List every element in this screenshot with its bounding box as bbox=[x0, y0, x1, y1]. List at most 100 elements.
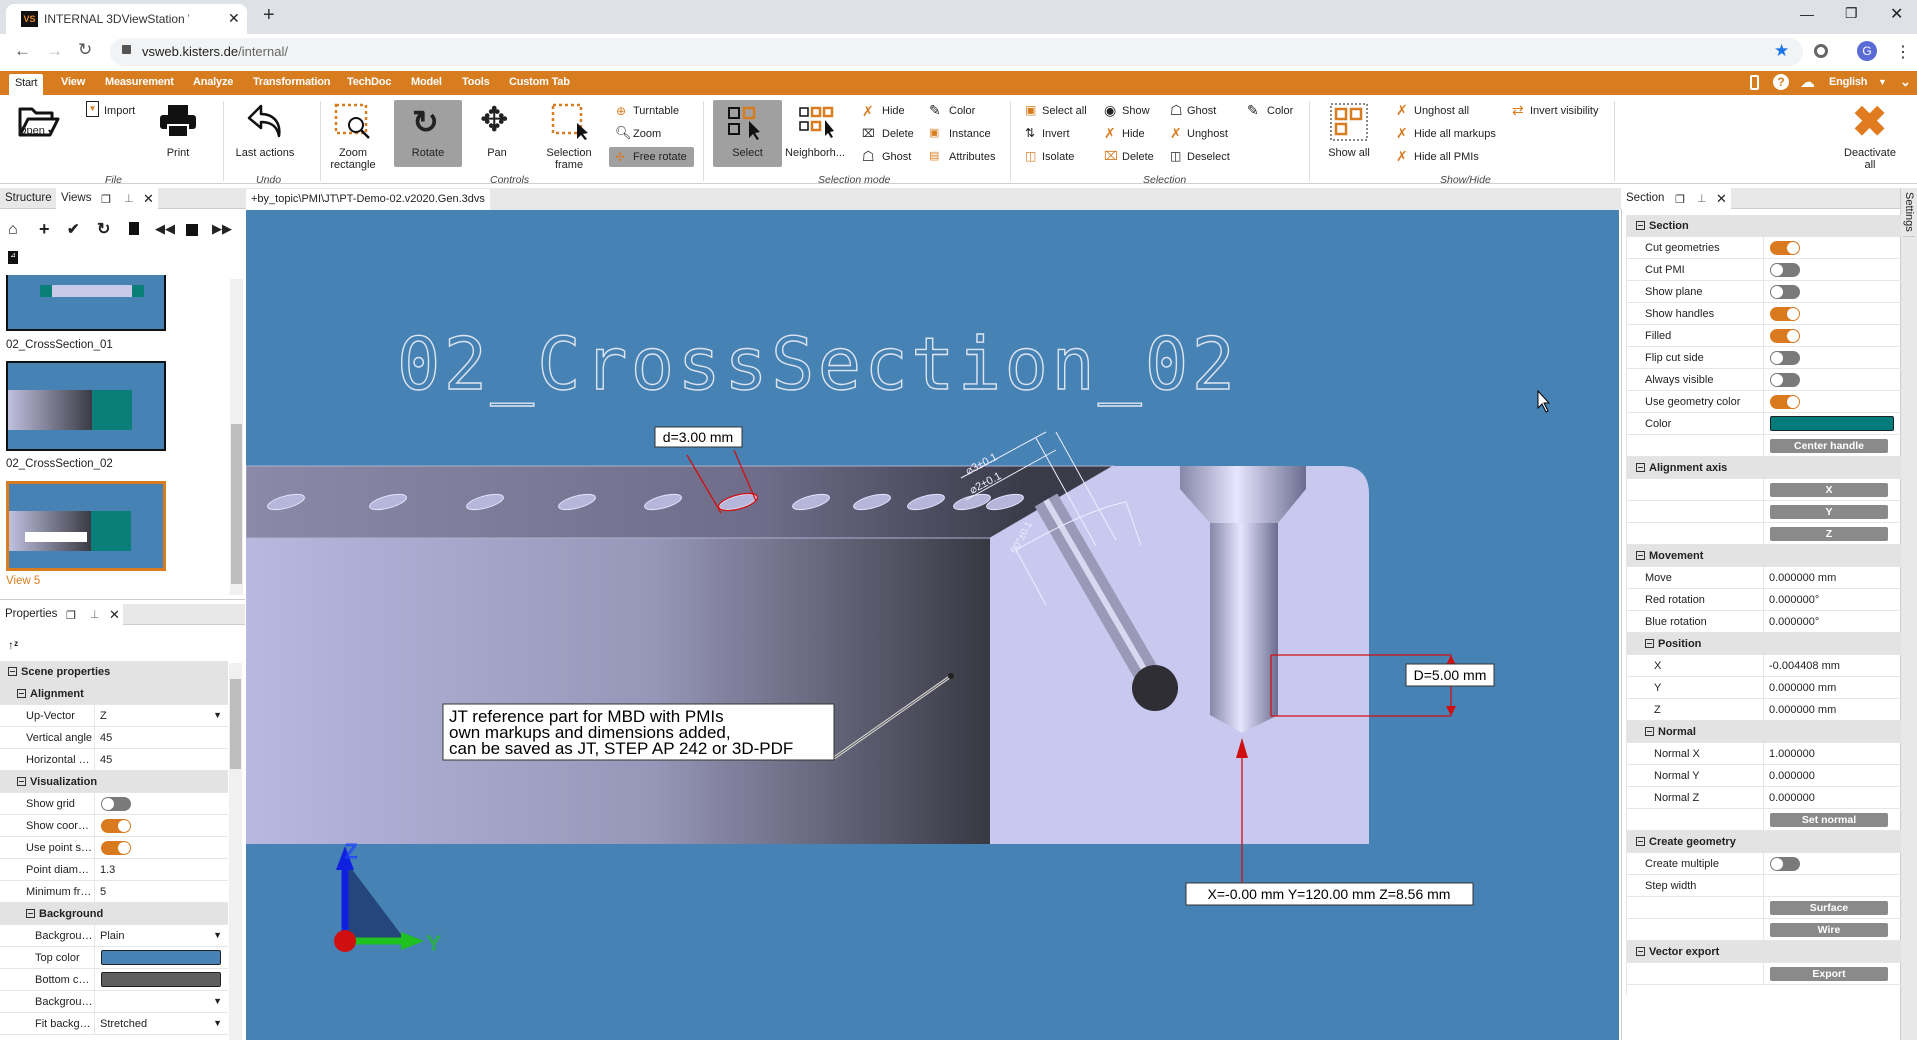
attributes-button[interactable]: Attributes bbox=[949, 151, 995, 163]
select-all-button[interactable]: Select all bbox=[1042, 105, 1087, 117]
color-swatch[interactable] bbox=[101, 950, 221, 965]
forward-icon[interactable]: → bbox=[46, 41, 63, 61]
collapse-icon[interactable] bbox=[1645, 727, 1654, 736]
ghost-mode-button[interactable]: Ghost bbox=[882, 151, 911, 163]
hide-mode-button[interactable]: Hide bbox=[882, 105, 905, 117]
bookmark-star-icon[interactable]: ★ bbox=[1774, 41, 1789, 61]
toggle-switch[interactable] bbox=[1770, 285, 1800, 299]
prop-value-cell[interactable] bbox=[1763, 875, 1901, 896]
hide-all-markups-button[interactable]: Hide all markups bbox=[1414, 128, 1496, 140]
dropdown-arrow-icon[interactable]: ▼ bbox=[213, 710, 222, 720]
prop-value[interactable]: Stretched bbox=[100, 1018, 147, 1030]
toggle-switch[interactable] bbox=[1770, 263, 1800, 277]
prop-value-cell[interactable]: 0.000000 bbox=[1763, 765, 1901, 786]
reload-icon[interactable]: ↻ bbox=[78, 40, 92, 60]
toggle-switch[interactable] bbox=[1770, 395, 1800, 409]
dropdown-arrow-icon[interactable]: ▼ bbox=[213, 930, 222, 940]
group-alignment[interactable]: Alignment bbox=[0, 683, 228, 705]
next-view-icon[interactable]: ▶▶ bbox=[212, 221, 232, 237]
view-thumbnail[interactable] bbox=[6, 361, 166, 451]
collapse-icon[interactable] bbox=[17, 689, 26, 698]
refresh-icon[interactable]: ↻ bbox=[97, 219, 110, 239]
import-icon[interactable]: ▼ bbox=[86, 101, 99, 117]
wire-button[interactable]: Wire bbox=[1770, 923, 1888, 937]
prop-value[interactable]: 0.000000° bbox=[1769, 616, 1819, 628]
prop-value-cell[interactable]: ▼ bbox=[94, 991, 228, 1012]
restore-icon[interactable]: ❐ bbox=[1845, 5, 1858, 22]
show-button[interactable]: Show bbox=[1122, 105, 1150, 117]
delete-mode-button[interactable]: Delete bbox=[882, 128, 914, 140]
instance-button[interactable]: Instance bbox=[949, 128, 991, 140]
tab-custom[interactable]: Custom Tab bbox=[509, 76, 570, 88]
prop-value[interactable]: 0.000000 bbox=[1769, 792, 1815, 804]
color-mode-button[interactable]: Color bbox=[949, 105, 975, 117]
unghost-button[interactable]: Unghost bbox=[1187, 128, 1228, 140]
center-handle-button[interactable]: Center handle bbox=[1770, 439, 1888, 453]
color-button[interactable]: Color bbox=[1267, 105, 1293, 117]
tab-transformation[interactable]: Transformation bbox=[253, 76, 330, 88]
stop-icon[interactable] bbox=[186, 224, 198, 236]
collapse-icon[interactable] bbox=[26, 909, 35, 918]
float-panel-icon[interactable]: ❐ bbox=[1675, 193, 1685, 206]
isolate-button[interactable]: Isolate bbox=[1042, 151, 1074, 163]
collapse-icon[interactable] bbox=[1645, 639, 1654, 648]
view-thumbnail-selected[interactable] bbox=[6, 481, 166, 571]
prop-value-cell[interactable]: Plain ▼ bbox=[94, 925, 228, 946]
float-panel-icon[interactable]: ❐ bbox=[101, 193, 111, 206]
pin-icon[interactable]: ⊥ bbox=[90, 608, 100, 621]
language-caret-icon[interactable]: ▼ bbox=[1878, 77, 1887, 87]
pan-button[interactable]: Pan bbox=[477, 147, 517, 159]
close-tab-icon[interactable]: ✕ bbox=[228, 10, 240, 27]
zoom-rectangle-button[interactable]: Zoom rectangle bbox=[325, 147, 381, 171]
set-normal-button[interactable]: Set normal bbox=[1770, 813, 1888, 827]
deactivate-all-button[interactable]: Deactivate all bbox=[1840, 147, 1900, 171]
add-view-icon[interactable]: + bbox=[39, 219, 50, 240]
back-icon[interactable]: ← bbox=[14, 41, 31, 61]
collapse-icon[interactable] bbox=[1636, 221, 1645, 230]
free-rotate-button[interactable]: ✢ Free rotate bbox=[609, 147, 694, 167]
prop-value[interactable]: 45 bbox=[100, 732, 112, 744]
invert-visibility-button[interactable]: Invert visibility bbox=[1530, 105, 1598, 117]
group-scene-properties[interactable]: Scene properties bbox=[0, 661, 228, 683]
export-button[interactable]: Export bbox=[1770, 967, 1888, 981]
collapse-icon[interactable] bbox=[17, 777, 26, 786]
prop-value[interactable]: 0.000000° bbox=[1769, 594, 1819, 606]
group-vector-export[interactable]: Vector export bbox=[1627, 941, 1901, 963]
prop-value-cell[interactable]: 45 bbox=[94, 727, 228, 748]
mobile-icon[interactable] bbox=[1750, 75, 1759, 90]
pdf-export-icon[interactable]: ⊿ bbox=[8, 251, 18, 264]
collapse-icon[interactable] bbox=[8, 667, 17, 676]
group-movement[interactable]: Movement bbox=[1627, 545, 1901, 567]
toggle-switch[interactable] bbox=[1770, 351, 1800, 365]
prop-value-cell[interactable]: 0.000000 mm bbox=[1763, 567, 1901, 588]
close-panel-icon[interactable]: ✕ bbox=[143, 191, 154, 207]
close-panel-icon[interactable]: ✕ bbox=[1716, 191, 1727, 207]
view-thumbnail[interactable] bbox=[6, 275, 166, 331]
browser-menu-icon[interactable]: ⋮ bbox=[1895, 42, 1911, 62]
toggle-switch[interactable] bbox=[101, 841, 131, 855]
selection-frame-button[interactable]: Selection frame bbox=[540, 147, 598, 171]
toggle-switch[interactable] bbox=[1770, 307, 1800, 321]
minimize-icon[interactable]: — bbox=[1800, 6, 1814, 22]
x-button[interactable]: X bbox=[1770, 483, 1888, 497]
tab-tools[interactable]: Tools bbox=[462, 76, 490, 88]
close-window-icon[interactable]: ✕ bbox=[1890, 4, 1903, 24]
group-background[interactable]: Background bbox=[0, 903, 228, 925]
new-tab-button[interactable]: + bbox=[263, 4, 275, 27]
group-position[interactable]: Position bbox=[1627, 633, 1901, 655]
print-icon[interactable] bbox=[159, 104, 197, 138]
tab-view[interactable]: View bbox=[61, 76, 85, 88]
collapse-icon[interactable] bbox=[1636, 837, 1645, 846]
tab-start[interactable]: Start bbox=[9, 74, 44, 95]
ghost-button[interactable]: Ghost bbox=[1187, 105, 1216, 117]
zoom-button[interactable]: Zoom bbox=[633, 128, 661, 140]
color-swatch[interactable] bbox=[1770, 416, 1894, 431]
trash-icon[interactable] bbox=[129, 222, 139, 235]
tab-analyze[interactable]: Analyze bbox=[193, 76, 233, 88]
open-button[interactable]: Open ▾ bbox=[18, 125, 52, 137]
tab-settings[interactable]: Settings bbox=[1903, 192, 1915, 237]
view-label[interactable]: 02_CrossSection_01 bbox=[6, 339, 113, 351]
prop-value-cell[interactable]: 5 bbox=[94, 881, 228, 902]
prop-value[interactable]: 0.000000 mm bbox=[1769, 682, 1836, 694]
pin-icon[interactable]: ⊥ bbox=[124, 192, 134, 205]
